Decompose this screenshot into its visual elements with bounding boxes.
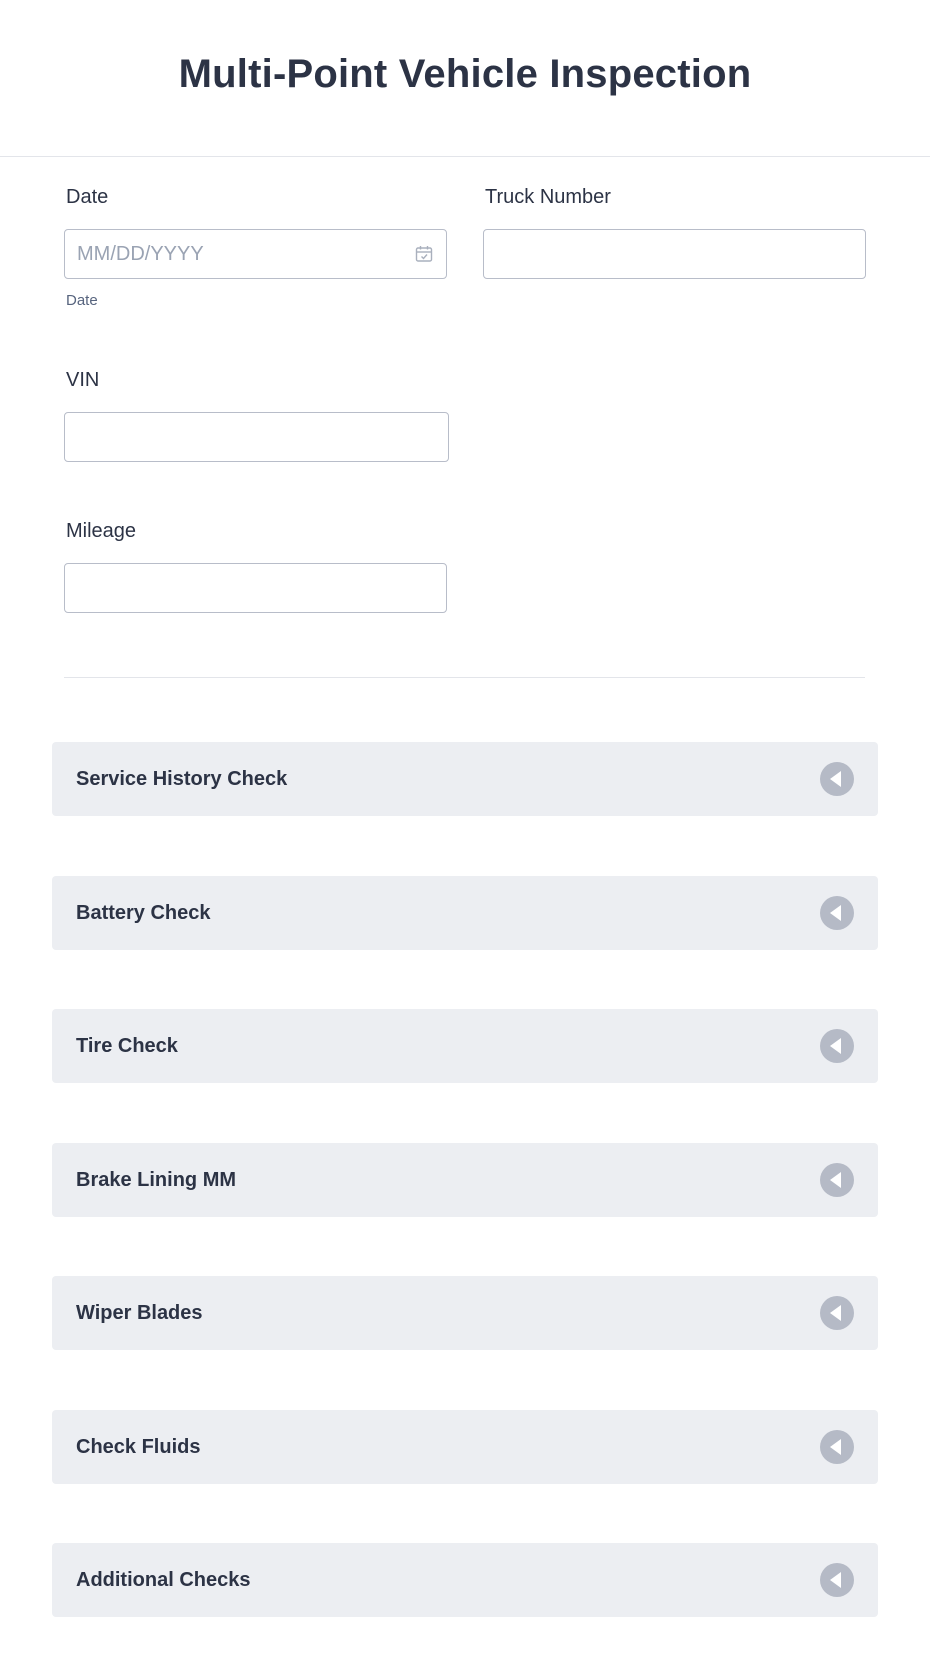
section-title: Brake Lining MM (76, 1168, 237, 1191)
mileage-label-wrap: Mileage (64, 520, 136, 543)
section-service-history-check[interactable]: Service History Check (52, 742, 878, 816)
vin-label: VIN (66, 369, 100, 391)
date-input[interactable] (65, 230, 446, 278)
collapse-arrow-icon[interactable] (820, 1430, 854, 1464)
date-label: Date (66, 186, 109, 208)
truck-number-label-wrap: Truck Number (483, 186, 611, 209)
mileage-input-box[interactable] (64, 563, 447, 613)
section-battery-check[interactable]: Battery Check (52, 876, 878, 950)
collapse-arrow-icon[interactable] (820, 1563, 854, 1597)
section-additional-checks[interactable]: Additional Checks (52, 1543, 878, 1617)
vin-input[interactable] (65, 413, 448, 461)
collapse-arrow-icon[interactable] (820, 762, 854, 796)
collapse-arrow-icon[interactable] (820, 1296, 854, 1330)
section-title: Check Fluids (76, 1435, 201, 1458)
form-page: Multi-Point Vehicle Inspection Date Date… (0, 0, 930, 1674)
section-check-fluids[interactable]: Check Fluids (52, 1410, 878, 1484)
section-title: Battery Check (76, 901, 211, 924)
section-divider (64, 677, 865, 678)
section-title: Wiper Blades (76, 1301, 203, 1324)
mileage-label: Mileage (66, 520, 137, 542)
section-title: Tire Check (76, 1034, 178, 1057)
truck-number-input[interactable] (484, 230, 865, 278)
date-field-label-wrap: Date (64, 186, 108, 209)
section-title: Additional Checks (76, 1568, 251, 1591)
truck-number-label: Truck Number (485, 186, 611, 208)
section-title: Service History Check (76, 767, 288, 790)
calendar-icon[interactable] (414, 244, 434, 264)
form-title: Multi-Point Vehicle Inspection (178, 51, 752, 96)
form-header: Multi-Point Vehicle Inspection (0, 0, 930, 157)
section-brake-lining-mm[interactable]: Brake Lining MM (52, 1143, 878, 1217)
section-wiper-blades[interactable]: Wiper Blades (52, 1276, 878, 1350)
collapse-arrow-icon[interactable] (820, 1029, 854, 1063)
collapse-arrow-icon[interactable] (820, 896, 854, 930)
date-sublabel: Date (66, 292, 98, 309)
vin-label-wrap: VIN (64, 369, 99, 392)
collapse-arrow-icon[interactable] (820, 1163, 854, 1197)
truck-number-input-box[interactable] (483, 229, 866, 279)
date-input-box[interactable] (64, 229, 447, 279)
vin-input-box[interactable] (64, 412, 449, 462)
mileage-input[interactable] (65, 564, 446, 612)
section-tire-check[interactable]: Tire Check (52, 1009, 878, 1083)
